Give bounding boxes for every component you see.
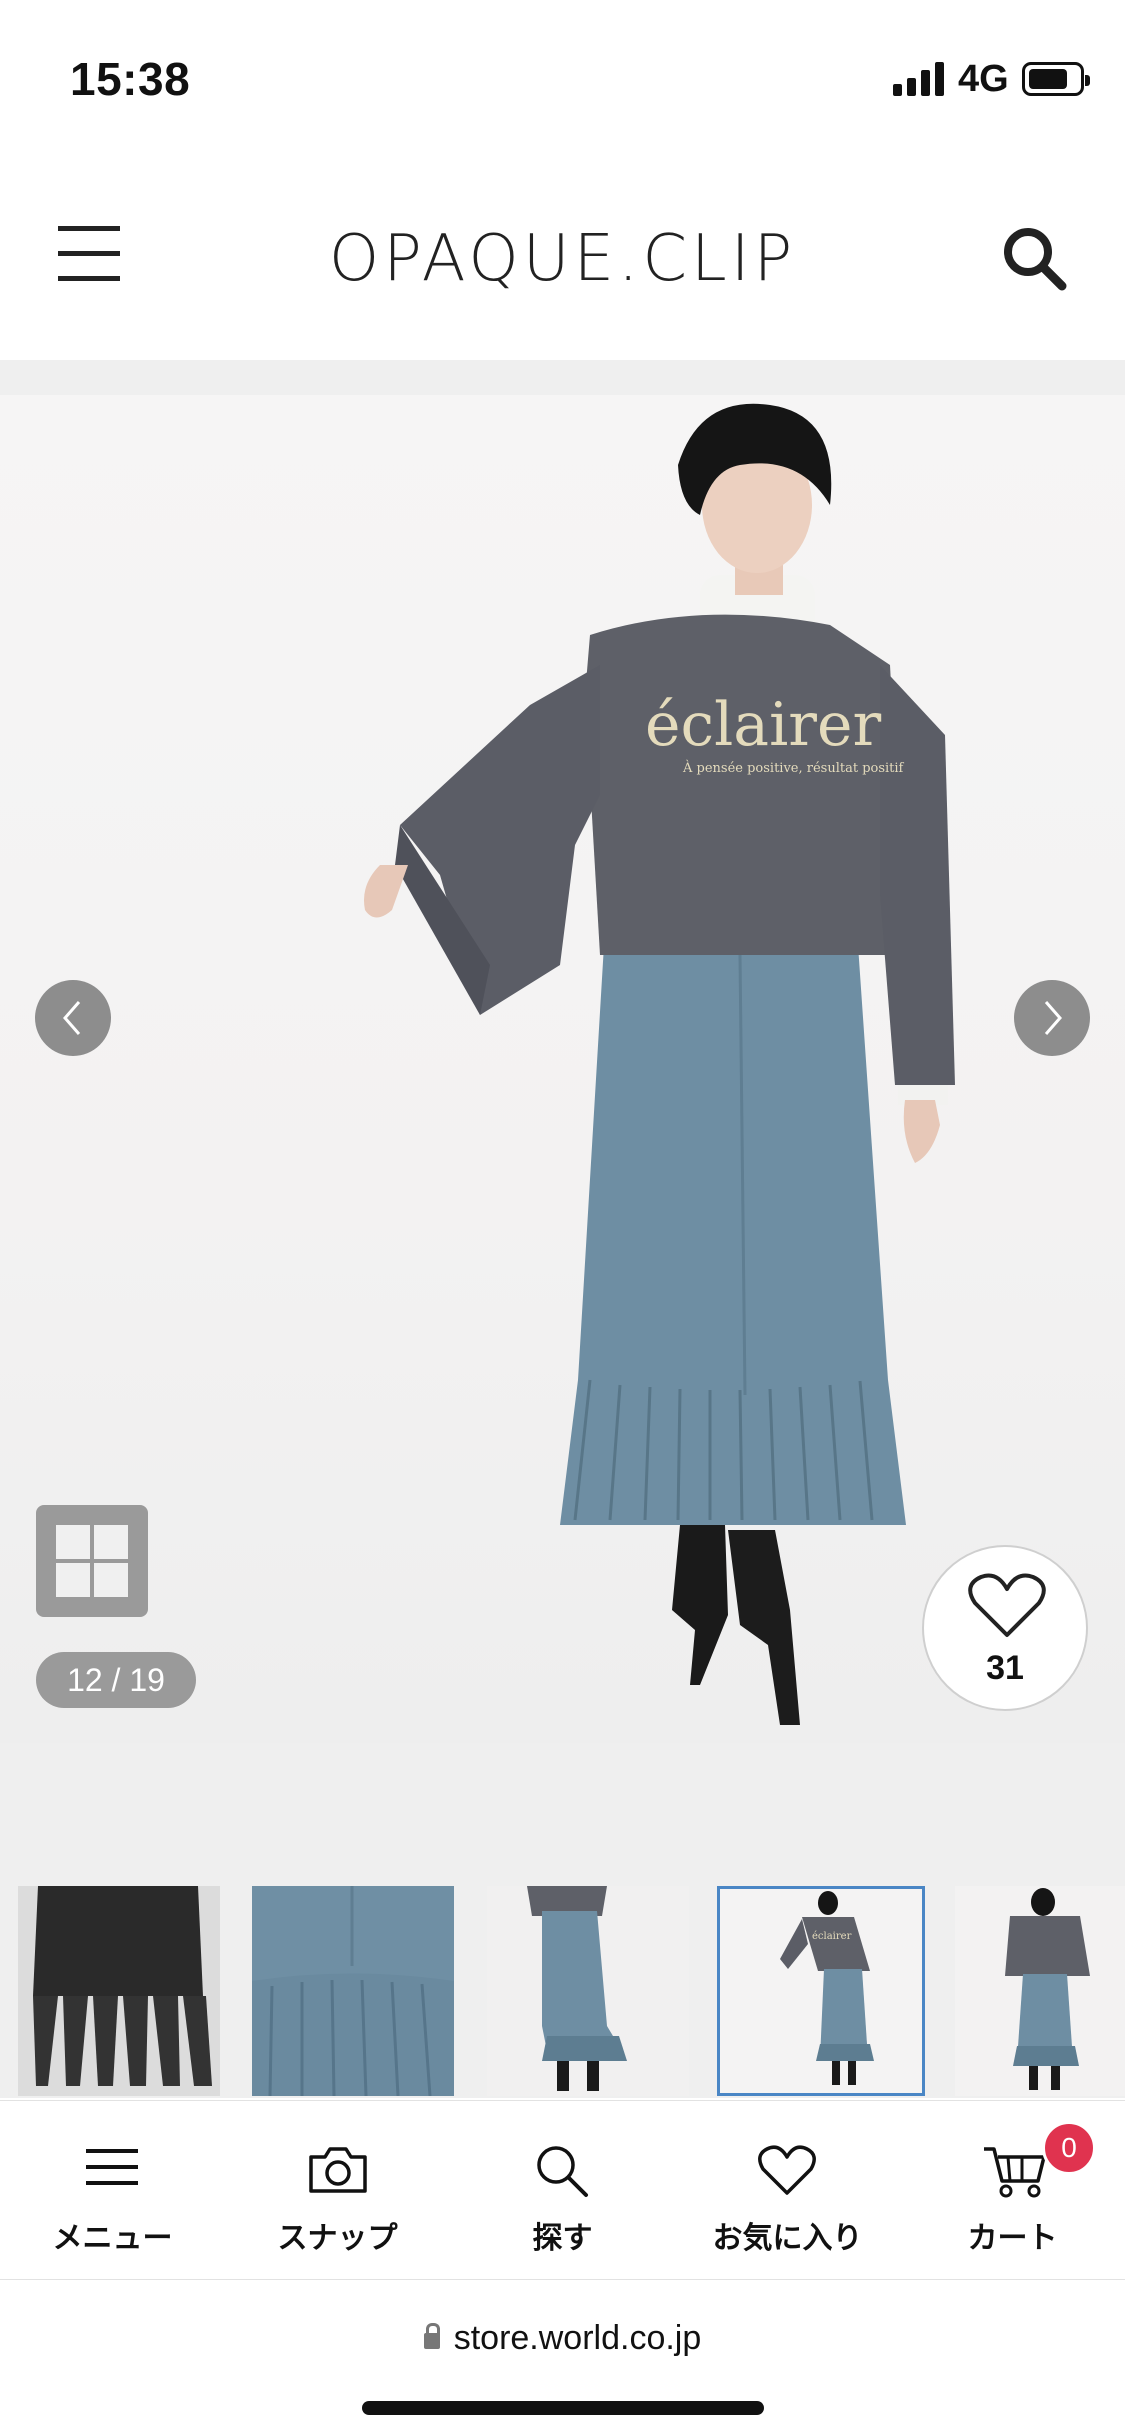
svg-text:éclairer: éclairer	[812, 1931, 852, 1942]
thumbnail-item[interactable]	[487, 1886, 689, 2096]
product-photo: éclairer À pensée positive, résultat pos…	[364, 403, 955, 1725]
bottom-tab-bar: メニュー スナップ 探す お気に入り 0 カート	[0, 2100, 1125, 2280]
tab-label: メニュー	[52, 2222, 173, 2255]
tab-cart[interactable]: 0 カート	[900, 2101, 1125, 2281]
favorite-count: 31	[986, 1649, 1024, 1687]
tab-label: 探す	[532, 2222, 593, 2255]
thumbnail-item[interactable]	[18, 1886, 220, 2096]
status-time: 15:38	[70, 53, 191, 105]
tab-label: カート	[967, 2222, 1058, 2255]
tab-search[interactable]: 探す	[450, 2101, 675, 2281]
battery-icon	[1022, 62, 1090, 96]
search-icon	[537, 2146, 588, 2197]
browser-address-bar[interactable]: store.world.co.jp	[0, 2281, 1125, 2436]
url-text: store.world.co.jp	[453, 2319, 702, 2357]
chevron-left-icon	[63, 1001, 81, 1035]
thumbnail-strip[interactable]: éclairer	[0, 1878, 1125, 2098]
grid-view-icon	[56, 1525, 90, 1559]
lock-icon	[423, 2323, 440, 2349]
cart-count-badge: 0	[1042, 2121, 1096, 2175]
tab-label: お気に入り	[712, 2222, 863, 2255]
search-icon[interactable]	[1000, 224, 1070, 294]
gallery-spacer	[0, 1743, 1125, 1878]
tab-label: スナップ	[277, 2222, 398, 2255]
previous-image-button[interactable]	[35, 980, 111, 1056]
heart-icon	[968, 1573, 1046, 1637]
sweatshirt-print: éclairer	[645, 690, 881, 760]
grid-view-button[interactable]	[36, 1505, 148, 1617]
next-image-button[interactable]	[1014, 980, 1090, 1056]
thumbnail-item[interactable]	[252, 1886, 454, 2096]
signal-bars-icon	[893, 62, 945, 96]
network-type: 4G	[958, 58, 1009, 100]
image-page-counter: 12 / 19	[36, 1652, 196, 1708]
thumbnail-item[interactable]	[955, 1886, 1125, 2096]
menu-icon	[86, 2149, 138, 2185]
favorite-button[interactable]: 31	[922, 1545, 1088, 1711]
tab-menu[interactable]: メニュー	[0, 2101, 225, 2281]
home-indicator[interactable]	[362, 2401, 764, 2415]
divider	[0, 360, 1125, 395]
status-bar: 15:38 4G	[0, 0, 1125, 150]
product-image-gallery[interactable]: éclairer À pensée positive, résultat pos…	[0, 395, 1125, 1743]
url-display[interactable]: store.world.co.jp	[0, 2319, 1125, 2358]
thumbnail-item-selected[interactable]: éclairer	[717, 1886, 925, 2096]
camera-icon	[309, 2147, 367, 2193]
sweatshirt-subprint: À pensée positive, résultat positif	[682, 760, 905, 776]
heart-icon	[758, 2145, 816, 2195]
tab-favorites[interactable]: お気に入り	[675, 2101, 900, 2281]
cart-icon	[984, 2147, 1046, 2198]
site-header: OPAQUE.CLIP	[0, 150, 1125, 360]
brand-logo[interactable]: OPAQUE.CLIP	[0, 222, 1125, 296]
chevron-right-icon	[1044, 1001, 1062, 1035]
tab-snap[interactable]: スナップ	[225, 2101, 450, 2281]
